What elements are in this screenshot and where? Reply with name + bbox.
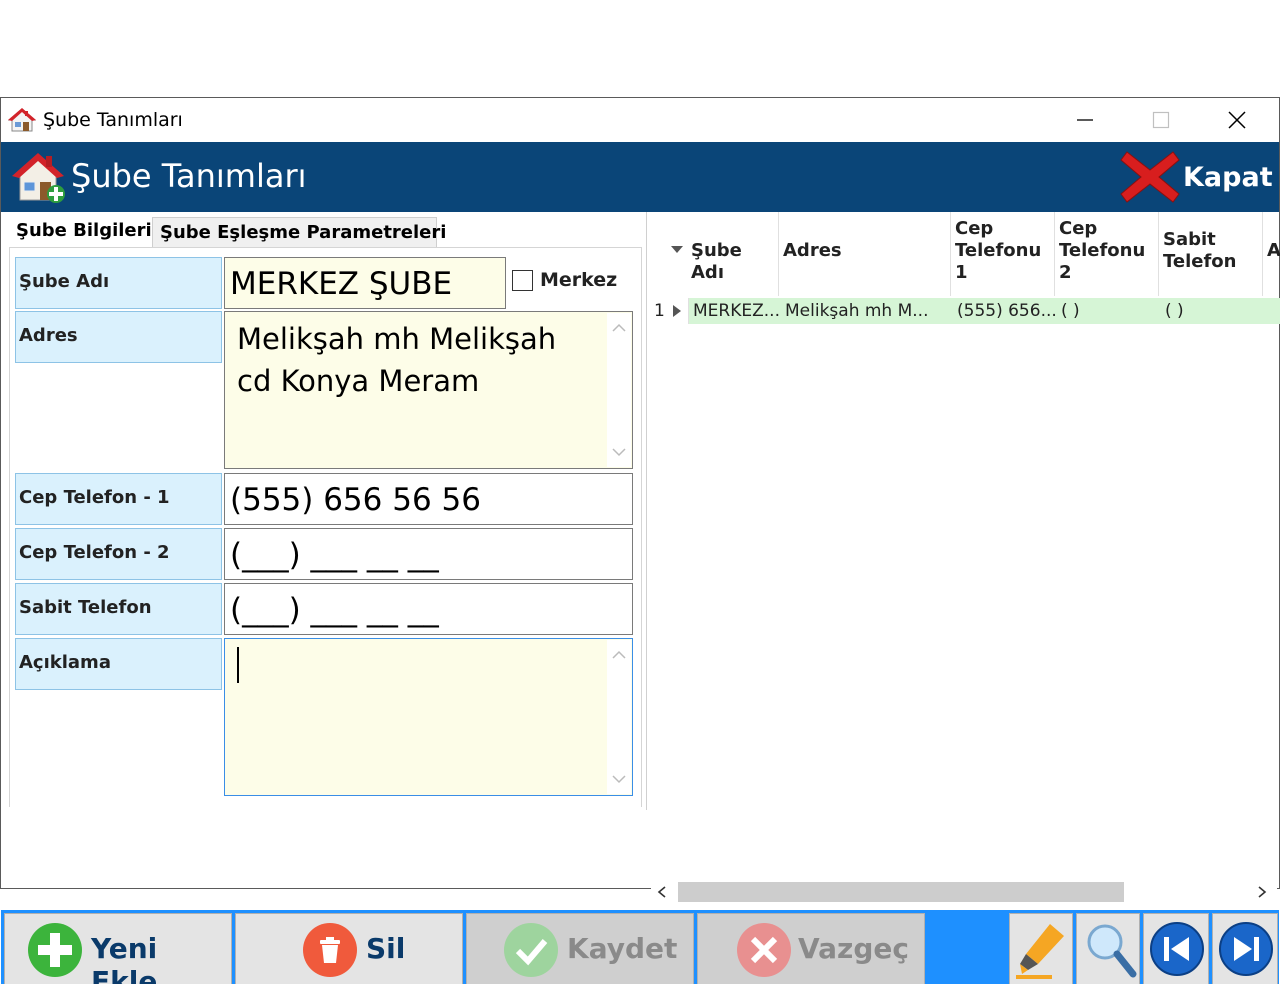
yeni-ekle-button[interactable]: Yeni Ekle xyxy=(4,913,232,984)
maximize-icon xyxy=(1152,111,1170,129)
add-icon xyxy=(28,923,82,977)
close-window-button[interactable] xyxy=(1199,98,1275,142)
vazgec-label: Vazgeç xyxy=(798,932,909,965)
maximize-button[interactable] xyxy=(1123,98,1199,142)
kapat-button[interactable]: Kapat xyxy=(1119,148,1274,206)
sabit-telefon-label: Sabit Telefon xyxy=(15,583,222,635)
house-icon xyxy=(12,153,65,203)
column-header-line: 1 xyxy=(955,262,968,283)
house-icon xyxy=(8,108,36,132)
column-header-line: Sabit xyxy=(1163,229,1216,250)
sort-down-icon[interactable] xyxy=(671,246,683,254)
tab-sube-eslesme-parametreleri[interactable]: Şube Eşleşme Parametreleri xyxy=(152,217,446,247)
skip-last-icon xyxy=(1219,922,1273,976)
column-cep-telefonu-1[interactable]: Cep Telefonu 1 xyxy=(951,212,1055,296)
cell-cep-1: (555) 656... xyxy=(957,301,1057,321)
edit-button[interactable] xyxy=(1009,913,1073,984)
cell-cep-2: ( ) xyxy=(1061,301,1080,321)
page-header: Şube Tanımları Kapat xyxy=(1,142,1279,212)
column-header-line: Telefonu xyxy=(955,240,1042,261)
sube-adi-input[interactable]: MERKEZ ŞUBE xyxy=(224,257,506,309)
kapat-label: Kapat xyxy=(1183,162,1273,193)
cell-sube-adi: MERKEZ... xyxy=(693,301,780,321)
row-number: 1 xyxy=(654,301,665,321)
grid-horizontal-scrollbar[interactable] xyxy=(651,880,1277,904)
column-header-line: 2 xyxy=(1059,262,1072,283)
adres-line-2: cd Konya Meram xyxy=(237,364,480,398)
cell-sabit: ( ) xyxy=(1165,301,1184,321)
text-cursor xyxy=(237,647,239,683)
chevron-down-icon xyxy=(612,775,626,784)
app-window: Şube Tanımları Şube Tanımları Kapat Şube… xyxy=(0,97,1280,984)
chevron-left-icon[interactable] xyxy=(657,886,667,898)
skip-first-icon xyxy=(1150,922,1204,976)
column-header-line: Telefon xyxy=(1163,251,1237,272)
search-icon xyxy=(1087,924,1137,978)
row-pointer-icon xyxy=(673,305,681,317)
page-title: Şube Tanımları xyxy=(71,157,307,195)
branch-grid: Şube Adı Adres Cep Telefonu 1 Cep Telefo… xyxy=(646,212,1280,810)
chevron-right-icon[interactable] xyxy=(1257,886,1267,898)
adres-textarea[interactable]: Melikşah mh Melikşah cd Konya Meram xyxy=(224,311,633,469)
column-partial[interactable]: A xyxy=(1263,212,1280,296)
search-button[interactable] xyxy=(1076,913,1140,984)
adres-label: Adres xyxy=(15,311,222,363)
title-bar: Şube Tanımları xyxy=(1,98,1279,142)
column-sube-adi-label: Şube Adı xyxy=(691,240,742,283)
column-sube-adi[interactable]: Şube Adı xyxy=(687,212,779,296)
cep-telefon-2-label: Cep Telefon - 2 xyxy=(15,528,222,580)
aciklama-label: Açıklama xyxy=(15,638,222,690)
merkez-label: Merkez xyxy=(540,269,618,291)
column-header-line: Cep xyxy=(1059,218,1098,239)
cancel-icon xyxy=(737,923,791,977)
first-record-button[interactable] xyxy=(1143,913,1209,984)
trash-icon xyxy=(303,923,357,977)
column-header-line: Cep xyxy=(955,218,994,239)
cell-adres: Melikşah mh M... xyxy=(785,301,929,321)
column-adres-label: Adres xyxy=(783,240,842,261)
sil-label: Sil xyxy=(366,932,406,965)
minimize-icon xyxy=(1077,119,1093,121)
chevron-up-icon xyxy=(612,650,626,659)
merkez-checkbox[interactable] xyxy=(512,270,533,291)
kaydet-label: Kaydet xyxy=(567,932,678,965)
chevron-up-icon xyxy=(612,323,626,332)
column-header-line: Telefonu xyxy=(1059,240,1146,261)
highlighter-icon xyxy=(1016,924,1064,979)
column-sabit-telefon[interactable]: Sabit Telefon xyxy=(1159,212,1263,296)
adres-line-1: Melikşah mh Melikşah xyxy=(237,322,557,356)
close-icon xyxy=(1120,151,1180,203)
window-title: Şube Tanımları xyxy=(43,109,183,131)
vazgec-button[interactable]: Vazgeç xyxy=(697,913,925,984)
column-header-line: A xyxy=(1267,240,1280,261)
close-icon xyxy=(1228,111,1246,129)
check-icon xyxy=(504,923,558,977)
row-indicator: 1 xyxy=(647,298,689,324)
cep-telefon-2-input[interactable]: (___) ___ __ __ xyxy=(224,528,633,580)
aciklama-textarea[interactable] xyxy=(224,638,633,796)
sabit-telefon-input[interactable]: (___) ___ __ __ xyxy=(224,583,633,635)
minimize-button[interactable] xyxy=(1047,98,1123,142)
column-adres[interactable]: Adres xyxy=(779,212,951,296)
cep-telefon-1-label: Cep Telefon - 1 xyxy=(15,473,222,525)
scrollbar-thumb[interactable] xyxy=(678,882,1124,902)
last-record-button[interactable] xyxy=(1212,913,1278,984)
aciklama-scrollbar[interactable] xyxy=(607,640,631,794)
kaydet-button[interactable]: Kaydet xyxy=(466,913,694,984)
adres-scrollbar[interactable] xyxy=(607,313,631,467)
yeni-ekle-label: Yeni Ekle xyxy=(91,932,158,984)
chevron-down-icon xyxy=(612,448,626,457)
sil-button[interactable]: Sil xyxy=(235,913,463,984)
sube-adi-label: Şube Adı xyxy=(15,257,222,309)
column-cep-telefonu-2[interactable]: Cep Telefonu 2 xyxy=(1055,212,1159,296)
cep-telefon-1-input[interactable]: (555) 656 56 56 xyxy=(224,473,633,525)
tab-sube-bilgileri[interactable]: Şube Bilgileri xyxy=(9,216,152,248)
bottom-toolbar: Yeni Ekle Sil Kaydet Vazgeç xyxy=(1,910,1279,984)
